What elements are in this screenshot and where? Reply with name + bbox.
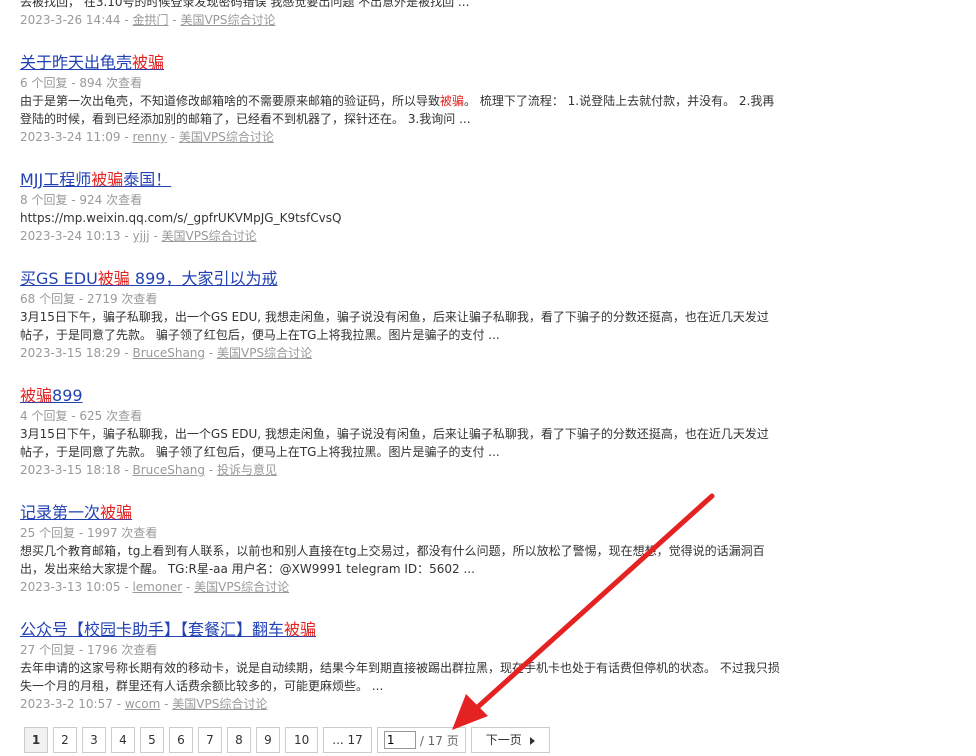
result-forum-link[interactable]: 美国VPS综合讨论 xyxy=(180,13,275,27)
page-9-button[interactable]: 9 xyxy=(256,727,280,753)
result-description: 3月15日下午，骗子私聊我，出一个GS EDU, 我想走闲鱼，骗子说没有闲鱼，后… xyxy=(20,427,769,459)
result-stats: 25 个回复 - 1997 次查看 xyxy=(20,526,158,540)
page-4-button[interactable]: 4 xyxy=(111,727,135,753)
result-stats: 68 个回复 - 2719 次查看 xyxy=(20,292,158,306)
next-page-button[interactable]: 下一页 xyxy=(470,727,550,753)
page-3-button[interactable]: 3 xyxy=(82,727,106,753)
result-item: MJJ工程师被骗泰国！ 8 个回复 - 924 次查看 https://mp.w… xyxy=(20,169,780,245)
result-meta: 2023-3-13 10:05 - lemoner - 美国VPS综合讨论 xyxy=(20,580,290,594)
result-forum-link[interactable]: 美国VPS综合讨论 xyxy=(194,580,289,594)
search-results: 丢被找回， 在3.10号的时候登录发现密码错误 我感觉要出问题 不出意外是被找回… xyxy=(20,0,780,736)
page-last-button[interactable]: ... 17 xyxy=(323,727,372,753)
result-stats: 4 个回复 - 625 次查看 xyxy=(20,409,143,423)
result-meta: 2023-3-15 18:18 - BruceShang - 投诉与意见 xyxy=(20,463,278,477)
result-date: 2023-3-26 14:44 xyxy=(20,13,121,27)
result-date: 2023-3-15 18:29 xyxy=(20,346,121,360)
result-author-link[interactable]: BruceShang xyxy=(132,463,205,477)
result-stats: 8 个回复 - 924 次查看 xyxy=(20,193,143,207)
result-meta: 2023-3-2 10:57 - wcom - 美国VPS综合讨论 xyxy=(20,697,268,711)
page-5-button[interactable]: 5 xyxy=(140,727,164,753)
page-2-button[interactable]: 2 xyxy=(53,727,77,753)
result-title-link[interactable]: 被骗899 xyxy=(20,385,83,407)
result-date: 2023-3-24 11:09 xyxy=(20,130,121,144)
result-title-link[interactable]: 买GS EDU被骗 899，大家引以为戒 xyxy=(20,268,277,290)
result-author-link[interactable]: renny xyxy=(132,130,166,144)
next-page-label: 下一页 xyxy=(485,733,522,747)
result-author-link[interactable]: lemoner xyxy=(132,580,182,594)
page-jump: / 17 页 xyxy=(376,727,466,753)
result-description: 去年申请的这家号称长期有效的移动卡，说是自动续期，结果今年到期直接被踢出群拉黑，… xyxy=(20,661,780,693)
page-jump-input[interactable] xyxy=(383,731,416,749)
result-title-link[interactable]: 关于昨天出龟壳被骗 xyxy=(20,52,164,74)
page-7-button[interactable]: 7 xyxy=(198,727,222,753)
page-8-button[interactable]: 8 xyxy=(227,727,251,753)
result-description: 想买几个教育邮箱，tg上看到有人联系，以前也和别人直接在tg上交易过，都没有什么… xyxy=(20,544,765,576)
result-date: 2023-3-13 10:05 xyxy=(20,580,121,594)
result-meta: 2023-3-24 11:09 - renny - 美国VPS综合讨论 xyxy=(20,130,274,144)
result-forum-link[interactable]: 投诉与意见 xyxy=(217,463,277,477)
page-10-button[interactable]: 10 xyxy=(285,727,319,753)
result-date: 2023-3-24 10:13 xyxy=(20,229,121,243)
result-date: 2023-3-15 18:18 xyxy=(20,463,121,477)
result-author-link[interactable]: yjjj xyxy=(132,229,149,243)
result-stats: 6 个回复 - 894 次查看 xyxy=(20,76,143,90)
result-item: 记录第一次被骗 25 个回复 - 1997 次查看 想买几个教育邮箱，tg上看到… xyxy=(20,502,780,596)
result-title-link[interactable]: 公众号【校园卡助手】【套餐汇】翻车被骗 xyxy=(20,619,316,641)
result-item: 买GS EDU被骗 899，大家引以为戒 68 个回复 - 2719 次查看 3… xyxy=(20,268,780,362)
result-description: https://mp.weixin.qq.com/s/_gpfrUKVMpJG_… xyxy=(20,211,342,225)
result-item: 被骗899 4 个回复 - 625 次查看 3月15日下午，骗子私聊我，出一个G… xyxy=(20,385,780,479)
result-snippet: 丢被找回， 在3.10号的时候登录发现密码错误 我感觉要出问题 不出意外是被找回… xyxy=(20,0,470,9)
result-stats: 27 个回复 - 1796 次查看 xyxy=(20,643,158,657)
result-description: 由于是第一次出龟壳，不知道修改邮箱啥的不需要原来邮箱的验证码，所以导致被骗。 梳… xyxy=(20,94,775,126)
result-meta: 2023-3-26 14:44 - 金拱门 - 美国VPS综合讨论 xyxy=(20,13,276,27)
result-item: 公众号【校园卡助手】【套餐汇】翻车被骗 27 个回复 - 1796 次查看 去年… xyxy=(20,619,780,713)
result-title-link[interactable]: 记录第一次被骗 xyxy=(20,502,132,524)
result-meta: 2023-3-24 10:13 - yjjj - 美国VPS综合讨论 xyxy=(20,229,257,243)
result-author-link[interactable]: 金拱门 xyxy=(132,13,168,27)
result-author-link[interactable]: BruceShang xyxy=(132,346,205,360)
result-date: 2023-3-2 10:57 xyxy=(20,697,113,711)
result-forum-link[interactable]: 美国VPS综合讨论 xyxy=(179,130,274,144)
page-6-button[interactable]: 6 xyxy=(169,727,193,753)
result-forum-link[interactable]: 美国VPS综合讨论 xyxy=(217,346,312,360)
result-title-link[interactable]: MJJ工程师被骗泰国！ xyxy=(20,169,171,191)
result-author-link[interactable]: wcom xyxy=(125,697,160,711)
result-forum-link[interactable]: 美国VPS综合讨论 xyxy=(172,697,267,711)
result-item: 关于昨天出龟壳被骗 6 个回复 - 894 次查看 由于是第一次出龟壳，不知道修… xyxy=(20,52,780,146)
result-description: 3月15日下午，骗子私聊我，出一个GS EDU, 我想走闲鱼，骗子说没有闲鱼，后… xyxy=(20,310,769,342)
pagination: 1 2 3 4 5 6 7 8 9 10 ... 17 / 17 页 下一页 xyxy=(24,726,555,754)
result-meta: 2023-3-15 18:29 - BruceShang - 美国VPS综合讨论 xyxy=(20,346,313,360)
chevron-right-icon xyxy=(529,736,535,745)
page-1-button[interactable]: 1 xyxy=(24,727,48,753)
result-forum-link[interactable]: 美国VPS综合讨论 xyxy=(162,229,257,243)
page-total: / 17 页 xyxy=(419,733,459,748)
